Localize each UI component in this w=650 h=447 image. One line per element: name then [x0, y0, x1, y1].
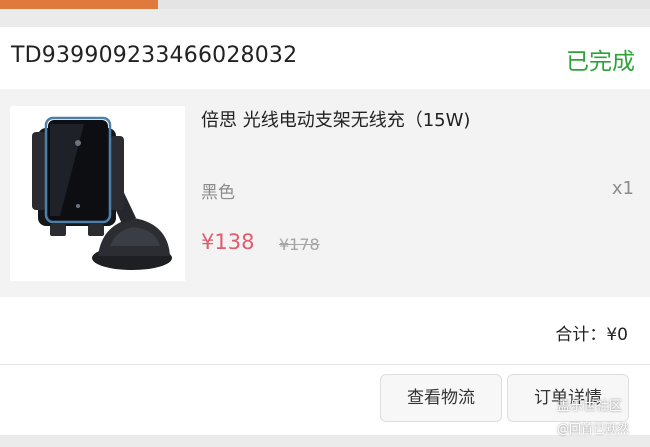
product-original-price: ¥178: [279, 235, 320, 254]
watermark-author: @回首已默然: [557, 422, 630, 436]
product-quantity: x1: [611, 178, 634, 199]
product-name[interactable]: 倍思 光线电动支架无线充（15W): [201, 106, 470, 132]
product-variant: 黑色: [201, 183, 235, 203]
order-total: 合计：¥0: [555, 325, 628, 345]
view-logistics-button[interactable]: 查看物流: [380, 374, 502, 422]
top-progress-fill: [0, 0, 158, 9]
watermark-community: 盖乐世社区: [557, 399, 623, 414]
top-progress-bar: [0, 0, 650, 9]
product-image[interactable]: [10, 106, 185, 281]
order-card[interactable]: TD939909233466028032 已完成 倍思 光线电动支架无线充（15…: [0, 27, 650, 435]
order-status: 已完成: [566, 49, 635, 75]
product-row[interactable]: 倍思 光线电动支架无线充（15W) 黑色 x1 ¥138 ¥178: [0, 89, 650, 297]
car-phone-mount-image: [32, 116, 172, 270]
order-header: TD939909233466028032 已完成: [0, 27, 650, 89]
product-price: ¥138: [201, 230, 255, 254]
order-id: TD939909233466028032: [11, 43, 298, 68]
order-total-row: 合计：¥0: [0, 297, 650, 365]
